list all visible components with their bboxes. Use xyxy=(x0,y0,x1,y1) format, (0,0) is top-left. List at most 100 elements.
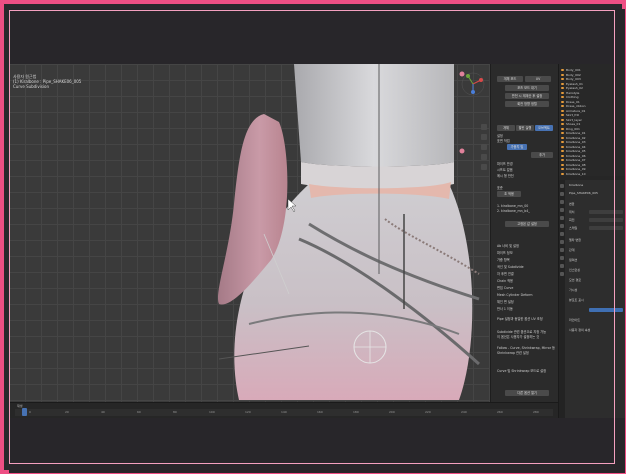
note-4: Shrinkwrap 관련 설정 xyxy=(497,351,529,355)
vertex-group-b[interactable]: 2. kiralbone_mn_b4_ xyxy=(497,209,530,213)
add-button[interactable]: 추가 xyxy=(531,152,553,158)
viewport-info: 사용자 원근법 (1) Kiralbone : Pipe_SHAKE06_005… xyxy=(13,74,81,89)
section-8[interactable]: Mesh Cylinder Deform xyxy=(497,293,532,297)
tab-run[interactable]: 팔린 실행 xyxy=(516,125,534,131)
section-7[interactable]: 편집 Curve xyxy=(497,286,513,290)
outliner-item[interactable]: Clothing xyxy=(560,95,578,99)
outliner-item[interactable]: Skirt_frill xyxy=(560,113,579,117)
physics-tab-icon[interactable] xyxy=(560,248,564,252)
rotation-align-button[interactable]: 회전 방향 정렬 xyxy=(505,101,549,107)
uv-button[interactable]: UV xyxy=(525,76,551,82)
outliner-item[interactable]: Eyelash_01 xyxy=(561,82,583,86)
object-tab-icon[interactable] xyxy=(560,224,564,228)
outliner-item[interactable]: Armature_01 xyxy=(560,109,585,113)
outliner-item[interactable]: Kiralbone_07 xyxy=(561,158,586,162)
prop-motion-paths[interactable]: 모션 경로 xyxy=(569,278,581,282)
recalc-button[interactable]: 반전 시 재계산 후 설정 xyxy=(505,93,549,99)
navigation-gizmo-icon[interactable] xyxy=(461,72,485,96)
outliner-item[interactable]: Dress_01 xyxy=(561,100,580,104)
tool-tab-icon[interactable] xyxy=(560,184,564,188)
outliner-item[interactable]: Kiralbone_05 xyxy=(561,149,586,153)
blender-window: 사용자 원근법 (1) Kiralbone : Pipe_SHAKE06_005… xyxy=(9,64,625,418)
weight-field[interactable]: 가중치 및 xyxy=(507,144,527,150)
section-9[interactable]: 체인 편 설정 xyxy=(497,300,514,304)
section-1[interactable]: Ab 너비 및 설정 xyxy=(497,244,519,248)
rotation-field[interactable] xyxy=(589,218,623,222)
prop-viewport-display[interactable]: 뷰포트 표시 xyxy=(569,298,584,302)
constraints-tab-icon[interactable] xyxy=(560,256,564,260)
outliner-item[interactable]: Kiralbone_08 xyxy=(561,163,586,167)
prop-custom-properties[interactable]: 사용자 정의 속성 xyxy=(569,328,590,332)
zoom-icon[interactable] xyxy=(481,124,487,130)
scale-field[interactable] xyxy=(589,226,623,230)
world-tab-icon[interactable] xyxy=(560,216,564,220)
particles-tab-icon[interactable] xyxy=(560,240,564,244)
outliner-item[interactable]: Body_003 xyxy=(561,77,581,81)
prop-relations[interactable]: 관계 xyxy=(569,248,575,252)
more-options-button[interactable]: 다른 옵션 열기 xyxy=(505,390,549,396)
outliner-item[interactable]: Body_002 xyxy=(561,73,581,77)
3d-viewport[interactable]: 사용자 원근법 (1) Kiralbone : Pipe_SHAKE06_005… xyxy=(9,64,490,402)
vertex-group-a[interactable]: 1. kiralbone_mn_00 xyxy=(497,204,528,208)
section-4[interactable]: 곡선 및 Subdivide xyxy=(497,265,524,269)
outliner-item[interactable]: Shoes_01 xyxy=(560,122,580,126)
prop-delta[interactable]: 델타 변환 xyxy=(569,238,581,242)
grid-icon[interactable] xyxy=(481,154,487,160)
section-2[interactable]: 파이프 정보 xyxy=(497,251,513,255)
screenshot-frame: 사용자 원근법 (1) Kiralbone : Pipe_SHAKE06_005… xyxy=(0,0,626,474)
prop-instancing[interactable]: 인스턴싱 xyxy=(569,268,580,272)
outliner-item[interactable]: Skirt_layer xyxy=(561,118,582,122)
render-tab-icon[interactable] xyxy=(560,192,564,196)
tab-object-data[interactable]: 오브젝트 xyxy=(535,125,553,131)
location-field[interactable] xyxy=(589,210,623,214)
right-editors: Body_001 Body_002 Body_003 Eyelash_01 Ey… xyxy=(558,64,625,418)
material-tab-icon[interactable] xyxy=(560,272,564,276)
apply-button[interactable]: 초 적용 xyxy=(497,191,521,197)
modifier-tab-icon[interactable] xyxy=(560,232,564,236)
frame-tick-label: 160 xyxy=(317,410,323,414)
camera-icon[interactable] xyxy=(481,144,487,150)
outliner-item[interactable]: Kiralbone_06 xyxy=(561,154,586,158)
section-10[interactable]: 반사 1 이동 xyxy=(497,307,513,311)
object-name-field[interactable]: Pipe_SHAKE06_005 xyxy=(569,191,598,195)
prop-visibility[interactable]: 가시성 xyxy=(569,288,577,292)
outliner-item[interactable]: Ring_001 xyxy=(561,127,580,131)
outliner-item[interactable]: Kiralbone_04 xyxy=(561,145,586,149)
frame-tick-label: 80 xyxy=(173,410,177,414)
outliner-item[interactable]: Kiralbone_01 xyxy=(561,131,586,135)
outliner-item[interactable]: Kiralbone_03 xyxy=(561,140,586,144)
prop-line-art[interactable]: 라인아트 xyxy=(569,318,580,322)
mesh-blend-label: 메시 형 반전 xyxy=(497,174,514,178)
frame-tick-label: 220 xyxy=(425,410,431,414)
outliner-item[interactable]: Hairstyle xyxy=(560,91,579,95)
pan-hand-icon[interactable] xyxy=(481,134,487,140)
prop-rotation: 회전 xyxy=(569,218,575,222)
outliner-item[interactable]: Kiralbone_02 xyxy=(561,136,586,140)
tab-object[interactable]: 개체 xyxy=(497,125,515,131)
pose-mode-button[interactable]: 포즈 모드 대기 xyxy=(505,85,549,91)
hair-bead-2 xyxy=(459,148,465,154)
section-5[interactable]: 자 후면 연결 xyxy=(497,272,514,276)
pipe-radius-label: 파이프 반경 xyxy=(497,162,513,166)
note-2: 이 옵션은 사용자가 설정하는 것 xyxy=(497,335,540,339)
outliner-item[interactable]: Kiralbone_10 xyxy=(561,172,586,176)
frame-tick-label: 180 xyxy=(353,410,359,414)
data-tab-icon[interactable] xyxy=(560,264,564,268)
scene-tab-icon[interactable] xyxy=(560,208,564,212)
prop-transform[interactable]: 변환 xyxy=(569,202,575,206)
section-3[interactable]: 가중 항목 xyxy=(497,258,510,262)
outliner-item[interactable]: Dress_ribbon xyxy=(561,104,586,108)
set-values-button[interactable]: 고정된 값 설정 xyxy=(505,221,549,227)
viewport-display-field[interactable] xyxy=(589,308,623,312)
outliner-item[interactable]: Eyelash_02 xyxy=(561,86,583,90)
outliner-item[interactable]: Kiralbone_09 xyxy=(561,167,586,171)
frame-tick-label: 120 xyxy=(245,410,251,414)
prop-collections[interactable]: 컬렉션 xyxy=(569,258,577,262)
object-mode-button[interactable]: 개체 모드 xyxy=(497,76,523,82)
outliner-item[interactable]: Body_001 xyxy=(561,68,581,72)
current-frame-marker[interactable] xyxy=(22,408,27,416)
section-6[interactable]: Chain 적용 xyxy=(497,279,513,283)
output-tab-icon[interactable] xyxy=(560,200,564,204)
timeline[interactable]: 재생 0 20 40 60 80 100 120 140 160 180 200… xyxy=(9,402,558,418)
perspective-icon[interactable] xyxy=(481,164,487,170)
